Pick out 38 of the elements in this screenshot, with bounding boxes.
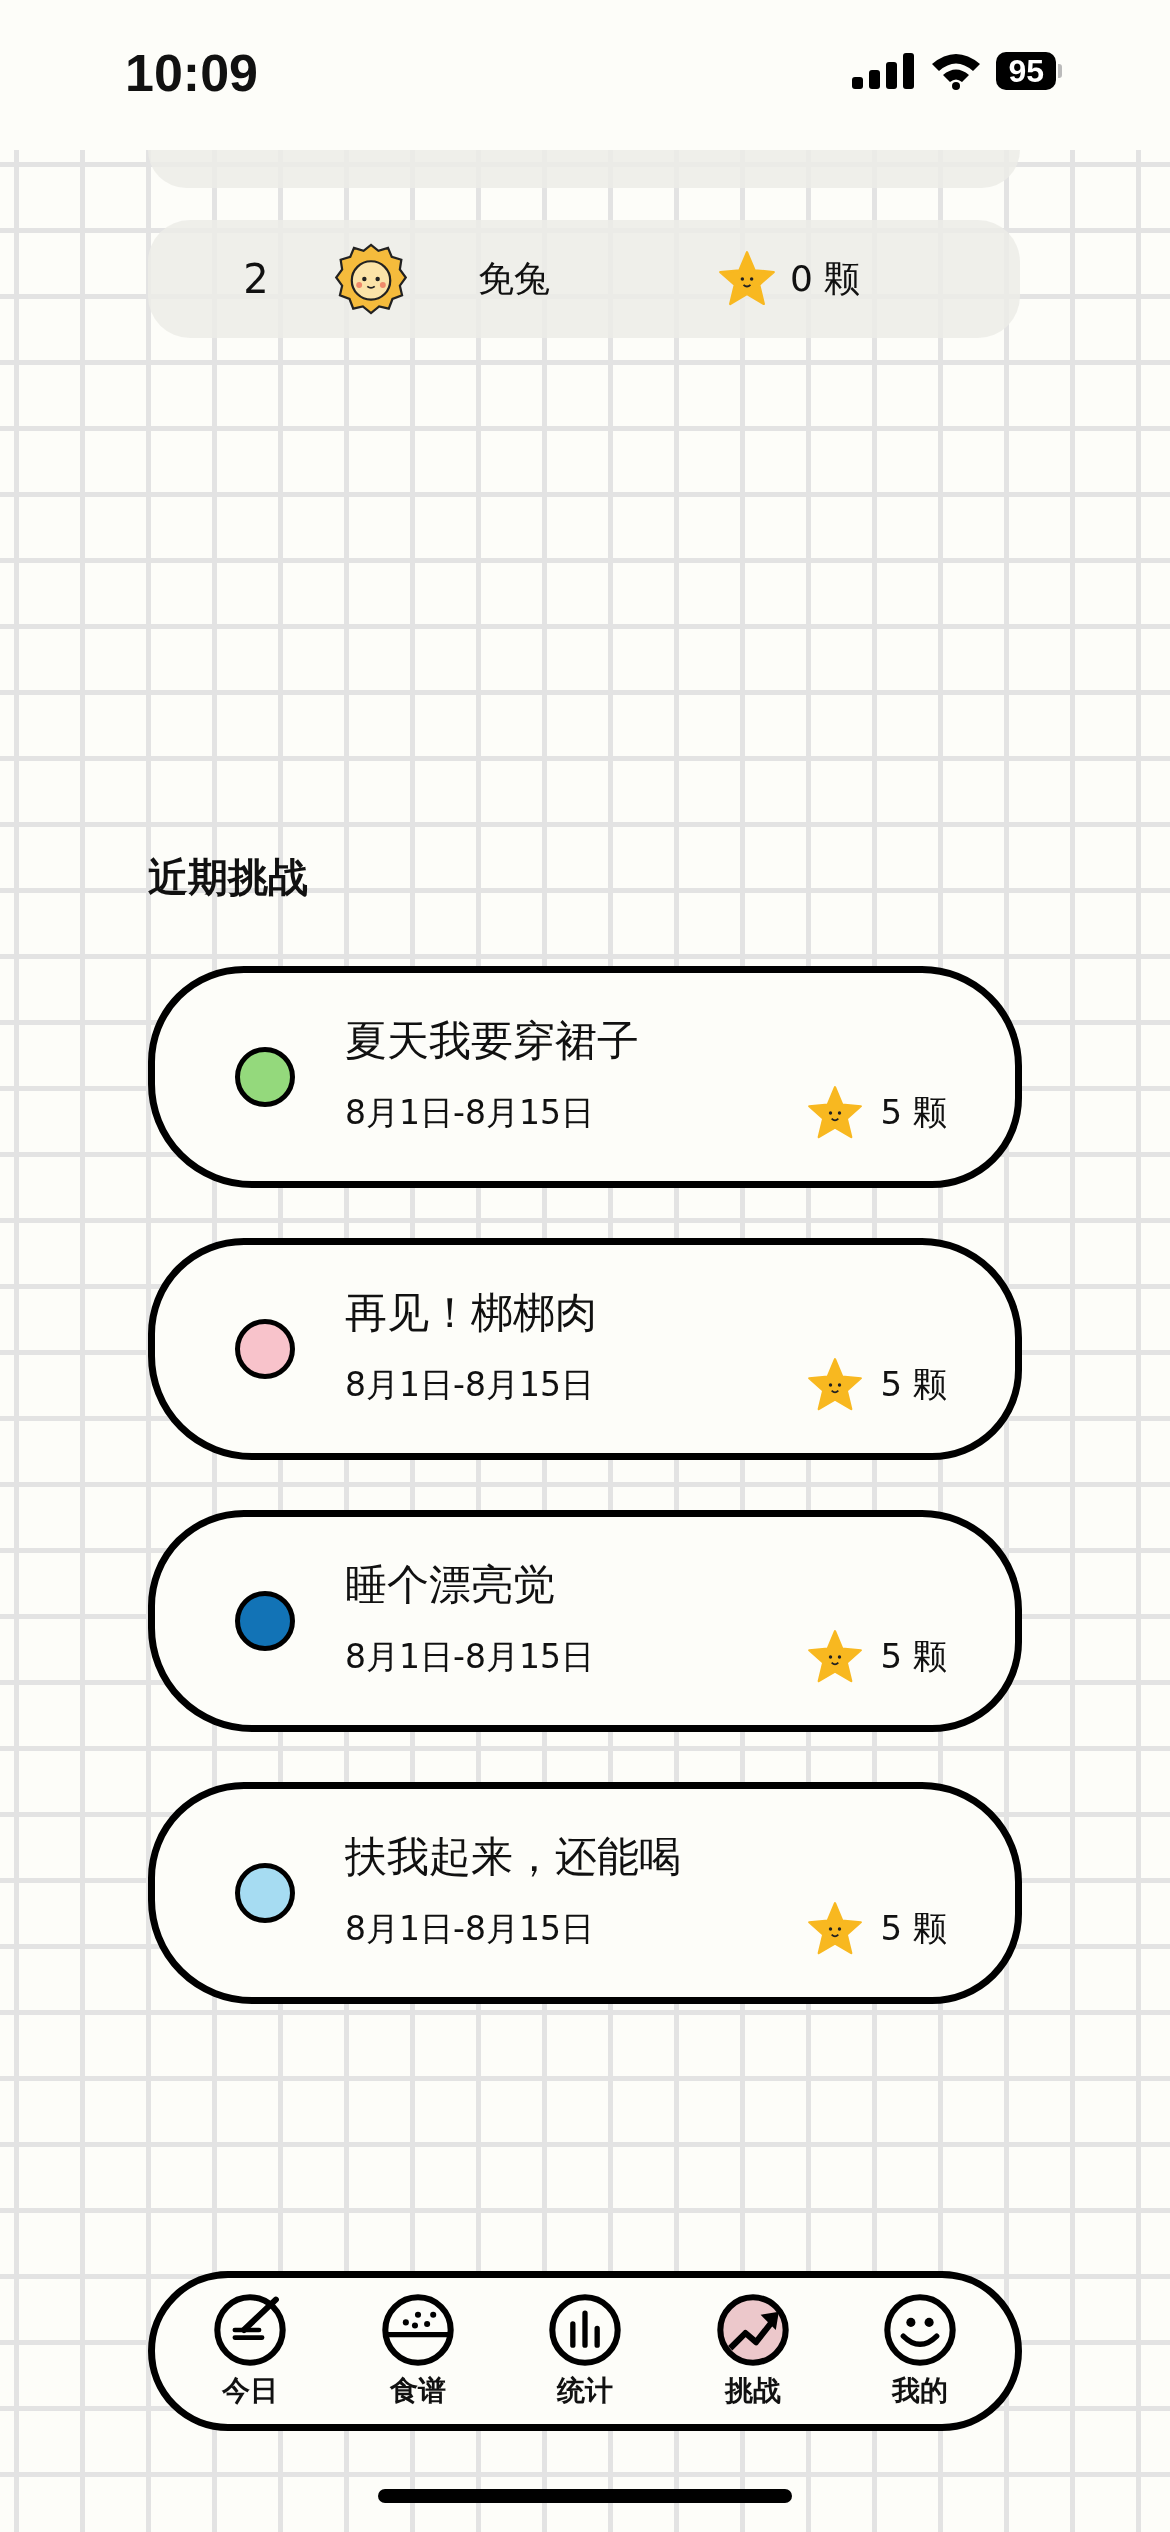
reward-count: 5 颗: [880, 1363, 947, 1406]
reward-count: 5 颗: [880, 1907, 947, 1950]
challenge-dates: 8月1日-8月15日: [345, 1907, 594, 1950]
bar-chart-icon: [547, 2292, 623, 2368]
tab[interactable]: 挑战: [697, 2292, 808, 2410]
challenge-card[interactable]: 夏天我要穿裙子 8月1日-8月15日 5 颗: [148, 966, 1022, 1188]
challenge-title: 夏天我要穿裙子: [345, 1015, 640, 1067]
star-icon: [806, 1085, 863, 1141]
challenge-card[interactable]: 睡个漂亮觉 8月1日-8月15日 5 颗: [148, 1510, 1022, 1732]
smiley-icon: [882, 2292, 958, 2368]
section-title: 近期挑战: [148, 853, 309, 902]
bowl-icon: [379, 2292, 456, 2368]
user-name: 免兔: [478, 256, 551, 301]
challenge-card[interactable]: 扶我起来，还能喝 8月1日-8月15日 5 颗: [148, 1782, 1022, 2004]
challenge-dates: 8月1日-8月15日: [345, 1091, 594, 1134]
challenge-card[interactable]: 再见！梆梆肉 8月1日-8月15日 5 颗: [148, 1238, 1022, 1460]
tab[interactable]: 统计: [530, 2292, 640, 2410]
challenge-dates: 8月1日-8月15日: [345, 1363, 594, 1406]
star-icon: [806, 1357, 863, 1413]
tab[interactable]: 我的: [865, 2292, 975, 2410]
star-count: 0 颗: [790, 256, 861, 301]
challenge-title: 扶我起来，还能喝: [345, 1831, 682, 1883]
tab[interactable]: 食谱: [362, 2292, 473, 2410]
battery-level: 95: [996, 52, 1056, 90]
wifi-icon: [930, 52, 983, 90]
star-icon: [806, 1901, 863, 1957]
challenge-dates: 8月1日-8月15日: [345, 1635, 594, 1678]
challenge-title: 睡个漂亮觉: [345, 1559, 556, 1611]
tab[interactable]: 今日: [195, 2292, 305, 2410]
star-icon: [718, 250, 776, 308]
pencil-plate-icon: [212, 2292, 288, 2368]
rank-number: 2: [242, 256, 270, 302]
signal-icon: [852, 53, 917, 89]
status-time: 10:09: [125, 43, 258, 103]
star-icon: [806, 1629, 863, 1685]
reward-count: 5 颗: [880, 1091, 947, 1134]
reward-count: 5 颗: [880, 1635, 947, 1678]
challenge-title: 再见！梆梆肉: [345, 1287, 598, 1339]
